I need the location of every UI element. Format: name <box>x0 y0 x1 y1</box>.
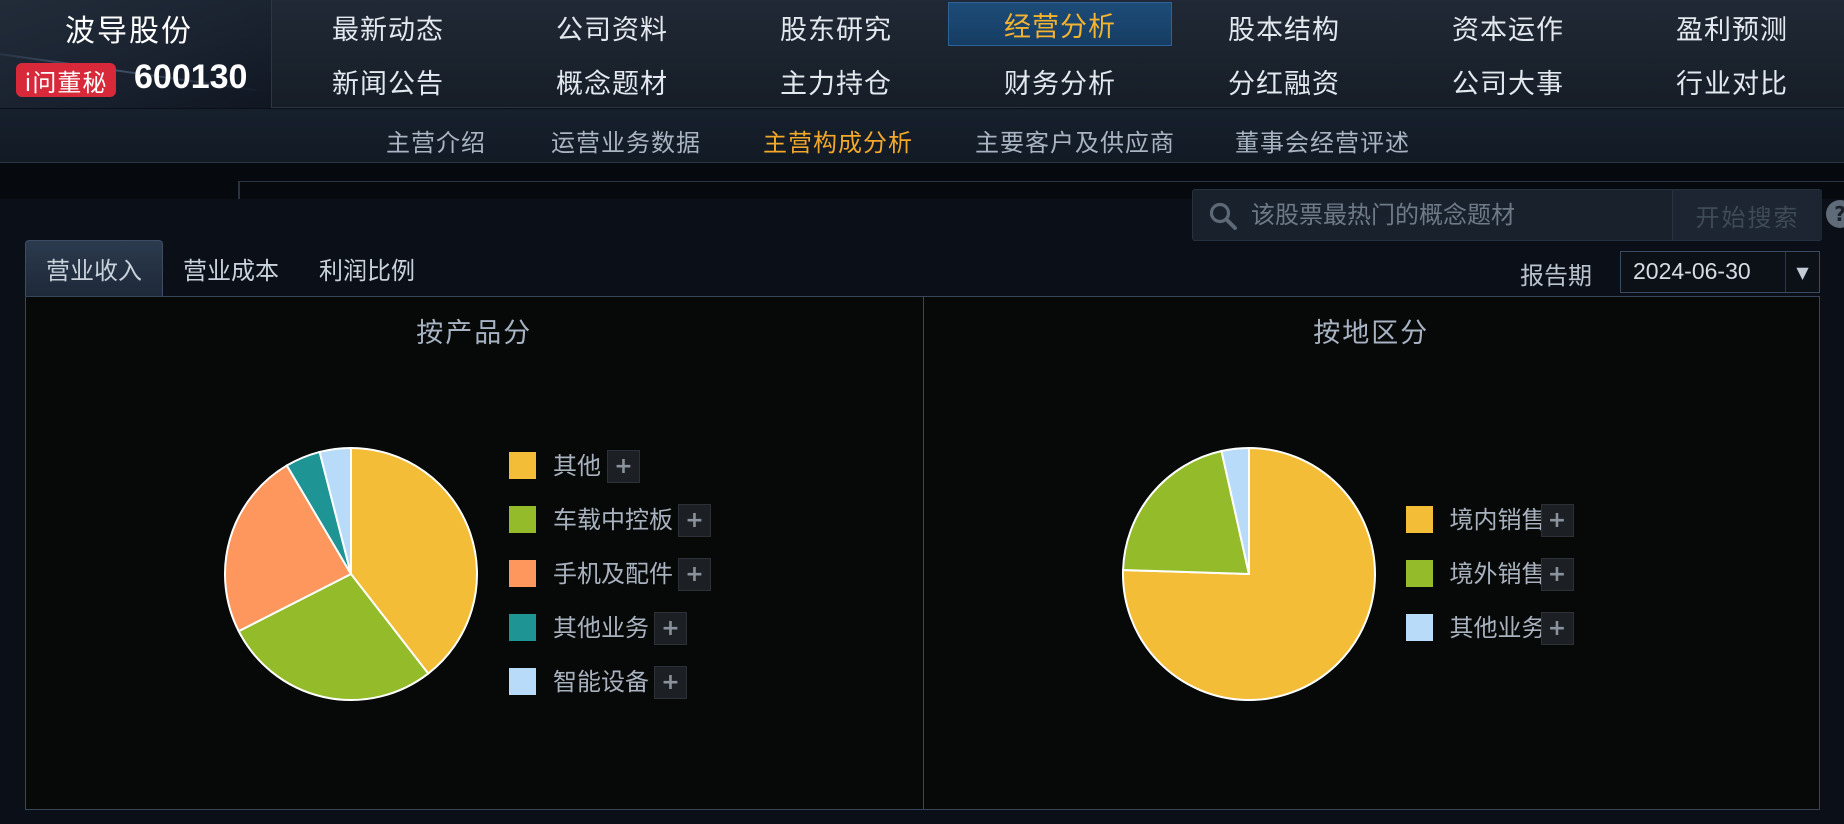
pie-chart-by-region <box>1121 446 1376 701</box>
company-name: 波导股份 <box>65 14 193 49</box>
sub-nav-operating-data[interactable]: 运营业务数据 <box>551 123 701 158</box>
legend-item[interactable]: 其他业务 + <box>509 611 769 645</box>
legend-swatch <box>509 560 536 587</box>
nav-item-equity-structure[interactable]: 股本结构 <box>1172 0 1396 54</box>
legend-label: 其他业务 <box>553 614 649 642</box>
legend-swatch <box>1405 506 1433 533</box>
legend-label: 车载中控板 <box>553 506 673 534</box>
nav-item-capital-operation[interactable]: 资本运作 <box>1396 0 1620 54</box>
top-header: 波导股份 i问董秘 600130 最新动态 公司资料 股东研究 经营分析 股本结… <box>0 0 1844 108</box>
pie-chart-by-product <box>224 446 478 701</box>
nav-item-news-announcements[interactable]: 新闻公告 <box>276 54 500 108</box>
nav-item-profit-forecast[interactable]: 盈利预测 <box>1620 0 1844 54</box>
sub-nav-board-review[interactable]: 董事会经营评述 <box>1235 123 1410 158</box>
legend-swatch <box>509 614 536 641</box>
legend-by-product: 其他 + 车载中控板 + 手机及配件 + 其他业务 + 智能设备 + <box>509 449 769 699</box>
chart-panels: 按产品分 其他 + 车载中控板 + 手机及配件 + 其他业务 + 智能设备 + 按地区分 境内销售… <box>25 296 1820 810</box>
legend-item[interactable]: 境内销售 + <box>1405 503 1666 537</box>
tab-revenue[interactable]: 营业收入 <box>25 240 163 296</box>
nav-item-dividend-financing[interactable]: 分红融资 <box>1172 54 1396 108</box>
legend-label: 手机及配件 <box>553 560 673 588</box>
chart-title: 按产品分 <box>416 318 533 349</box>
report-period-select[interactable]: 2024-06-30 ▼ <box>1620 251 1820 293</box>
nav-item-industry-comparison[interactable]: 行业对比 <box>1620 54 1844 108</box>
ask-secretary-button[interactable]: i问董秘 <box>16 63 116 97</box>
metric-tabs: 营业收入 营业成本 利润比例 <box>25 240 435 296</box>
legend-by-region: 境内销售 + 境外销售 + 其他业务 + <box>1405 503 1666 653</box>
sub-nav-main-business-intro[interactable]: 主营介绍 <box>386 123 486 158</box>
legend-label: 境外销售 <box>1449 560 1546 588</box>
main-nav: 最新动态 公司资料 股东研究 经营分析 股本结构 资本运作 盈利预测 新闻公告 … <box>276 0 1844 108</box>
nav-item-shareholder-research[interactable]: 股东研究 <box>724 0 948 54</box>
nav-item-financial-analysis[interactable]: 财务分析 <box>948 54 1172 108</box>
nav-item-main-holdings[interactable]: 主力持仓 <box>724 54 948 108</box>
divider <box>240 181 1844 182</box>
tab-profit-ratio[interactable]: 利润比例 <box>299 240 435 296</box>
legend-item[interactable]: 其他业务 + <box>1405 611 1666 645</box>
sub-nav-customers-suppliers[interactable]: 主要客户及供应商 <box>975 123 1175 158</box>
legend-item[interactable]: 智能设备 + <box>509 665 769 699</box>
nav-item-concept-themes[interactable]: 概念题材 <box>500 54 724 108</box>
tab-cost[interactable]: 营业成本 <box>163 240 299 296</box>
expand-plus-icon[interactable]: + <box>1540 504 1574 537</box>
expand-plus-icon[interactable]: + <box>1540 612 1574 645</box>
divider <box>238 181 240 199</box>
expand-plus-icon[interactable]: + <box>654 666 687 699</box>
nav-item-latest-news[interactable]: 最新动态 <box>276 0 500 54</box>
legend-swatch <box>509 506 536 533</box>
sub-nav: 主营介绍 运营业务数据 主营构成分析 主要客户及供应商 董事会经营评述 <box>0 109 1844 163</box>
legend-label: 其他 <box>553 452 601 480</box>
expand-plus-icon[interactable]: + <box>654 612 687 645</box>
chart-panel-by-product: 按产品分 其他 + 车载中控板 + 手机及配件 + 其他业务 + 智能设备 + <box>26 297 923 809</box>
legend-item[interactable]: 其他 + <box>509 449 769 483</box>
chart-title: 按地区分 <box>1313 318 1430 349</box>
expand-plus-icon[interactable]: + <box>678 504 711 537</box>
search-icon <box>1209 202 1237 230</box>
brand-block: 波导股份 i问董秘 600130 <box>0 0 272 108</box>
legend-swatch <box>509 452 536 479</box>
expand-plus-icon[interactable]: + <box>678 558 711 591</box>
legend-item[interactable]: 车载中控板 + <box>509 503 769 537</box>
nav-item-company-profile[interactable]: 公司资料 <box>500 0 724 54</box>
report-period-value: 2024-06-30 <box>1633 258 1751 284</box>
legend-item[interactable]: 境外销售 + <box>1405 557 1666 591</box>
sub-nav-business-composition[interactable]: 主营构成分析 <box>763 123 913 158</box>
stock-code: 600130 <box>134 58 248 96</box>
legend-item[interactable]: 手机及配件 + <box>509 557 769 591</box>
legend-label: 智能设备 <box>553 668 649 696</box>
nav-item-operation-analysis[interactable]: 经营分析 <box>948 2 1172 46</box>
legend-swatch <box>1405 560 1433 587</box>
nav-item-company-events[interactable]: 公司大事 <box>1396 54 1620 108</box>
dropdown-arrow-icon[interactable]: ▼ <box>1785 252 1819 292</box>
expand-plus-icon[interactable]: + <box>1540 558 1574 591</box>
legend-swatch <box>1405 614 1433 641</box>
legend-swatch <box>509 668 536 695</box>
chart-panel-by-region: 按地区分 境内销售 + 境外销售 + 其他业务 + <box>922 297 1820 809</box>
legend-label: 境内销售 <box>1449 506 1546 534</box>
report-period-label: 报告期 <box>1520 262 1592 290</box>
search-button[interactable]: 开始搜索 <box>1672 190 1822 240</box>
expand-plus-icon[interactable]: + <box>607 450 640 483</box>
legend-label: 其他业务 <box>1449 614 1546 642</box>
